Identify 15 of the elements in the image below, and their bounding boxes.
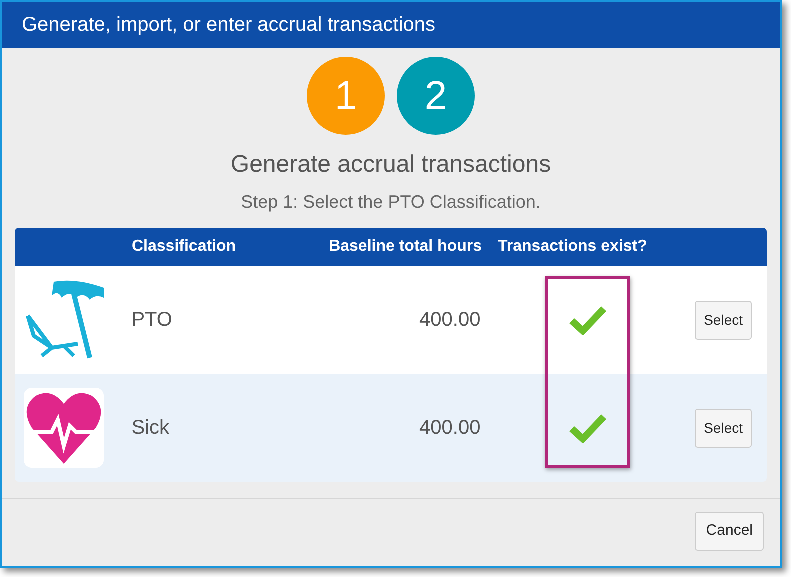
table-cell-text: 400.00 bbox=[418, 308, 481, 333]
heart-pulse-icon bbox=[24, 388, 104, 468]
table-cell-text: Sick bbox=[132, 416, 170, 441]
column-header: Transactions exist? bbox=[497, 237, 648, 257]
window-title: Generate, import, or enter accrual transactions bbox=[22, 13, 436, 38]
table-cell-text: PTO bbox=[132, 308, 174, 333]
heading: Generate accrual transactions bbox=[230, 150, 552, 180]
select-button[interactable]: Select bbox=[695, 408, 752, 448]
column-header: Classification bbox=[132, 237, 238, 257]
instruction: Step 1: Select the PTO Classification. bbox=[241, 191, 541, 214]
beach-chair-icon bbox=[24, 280, 104, 360]
cancel-button[interactable]: Cancel bbox=[695, 512, 764, 551]
table-cell-text: 400.00 bbox=[418, 416, 481, 441]
select-button[interactable]: Select bbox=[695, 300, 752, 340]
column-header: Baseline total hours bbox=[328, 237, 482, 257]
